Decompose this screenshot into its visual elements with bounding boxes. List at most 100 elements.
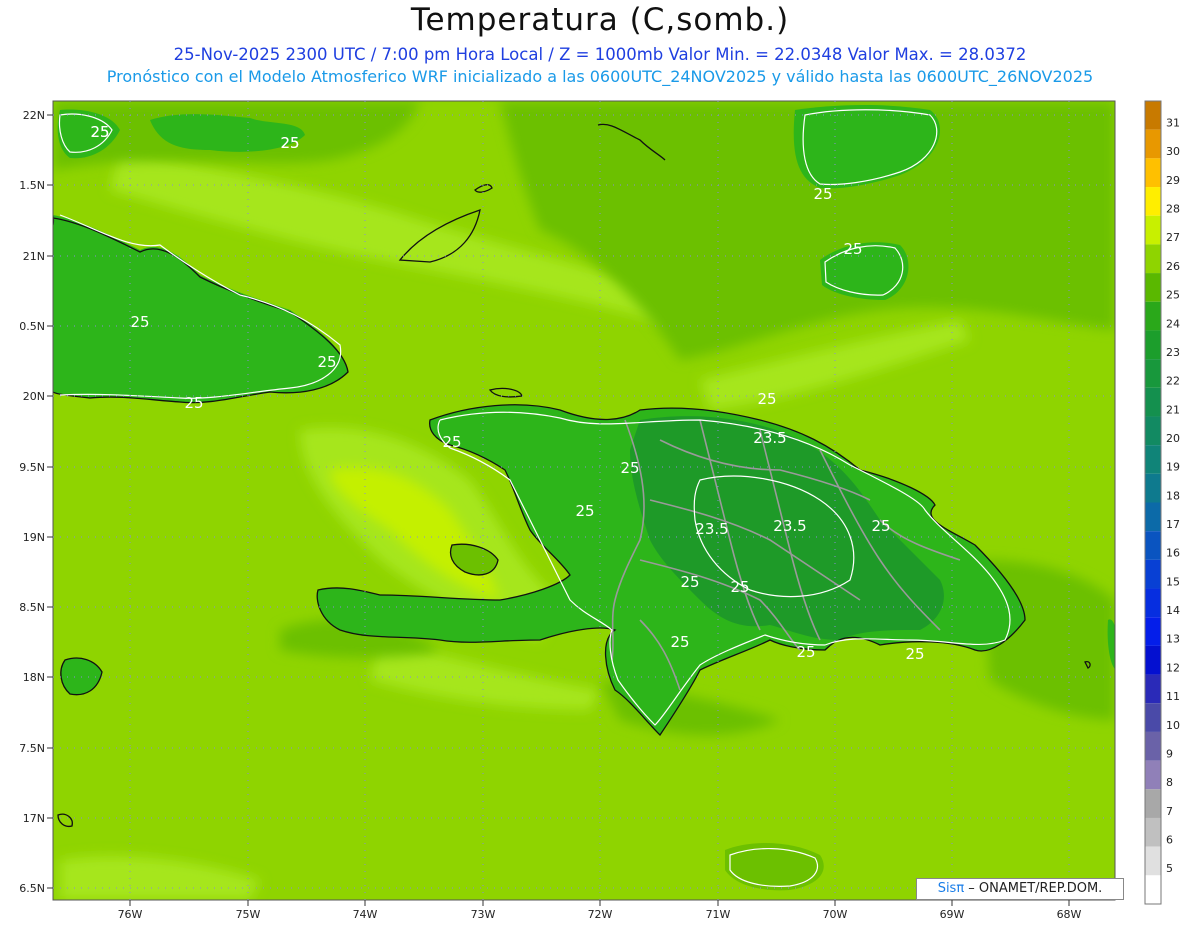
colorbar-swatch xyxy=(1145,617,1161,646)
lon-tick-label: 74W xyxy=(353,908,378,921)
colorbar-swatch xyxy=(1145,502,1161,532)
map-subtitle-model: Pronóstico con el Modelo Atmosferico WRF… xyxy=(106,67,1094,86)
sispi-logo-text: Sisπ xyxy=(937,881,965,896)
lat-tick-label: 22N xyxy=(23,109,45,122)
lat-tick-label: 6.5N xyxy=(19,882,45,895)
colorbar-swatch xyxy=(1145,674,1161,704)
colorbar-label: 19 xyxy=(1166,461,1180,474)
lon-tick-label: 76W xyxy=(118,908,143,921)
colorbar-swatch xyxy=(1145,187,1161,216)
colorbar-label: 15 xyxy=(1166,575,1180,588)
colorbar-label: 6 xyxy=(1166,833,1173,846)
lat-tick-label: 0.5N xyxy=(19,320,45,333)
credit-box: Sisπ – ONAMET/REP.DOM. xyxy=(916,878,1124,900)
colorbar-label: 24 xyxy=(1166,317,1180,330)
lat-tick-label: 19N xyxy=(23,531,45,544)
contour-label: 25 xyxy=(575,502,594,520)
contour-label: 25 xyxy=(680,573,699,591)
contour-label: 23.5 xyxy=(695,520,728,538)
colorbar-label: 10 xyxy=(1166,719,1180,732)
colorbar-swatch xyxy=(1145,731,1161,761)
map-title: Temperatura (C,somb.) xyxy=(410,2,790,38)
colorbar-swatch xyxy=(1145,645,1161,675)
lon-tick-label: 72W xyxy=(588,908,613,921)
colorbar-swatch xyxy=(1145,760,1161,790)
contour-label: 25 xyxy=(130,313,149,331)
colorbar-label: 20 xyxy=(1166,432,1180,445)
contour-label: 25 xyxy=(843,240,862,258)
colorbar-swatch xyxy=(1145,215,1161,245)
lat-tick-label: 18N xyxy=(23,671,45,684)
colorbar-swatch xyxy=(1145,273,1161,302)
lat-tick-label: 9.5N xyxy=(19,461,45,474)
lon-tick-label: 75W xyxy=(236,908,261,921)
lon-tick-label: 73W xyxy=(471,908,496,921)
lat-tick-label: 8.5N xyxy=(19,601,45,614)
colorbar-swatch xyxy=(1145,387,1161,417)
colorbar-swatch xyxy=(1145,846,1161,876)
colorbar-label: 26 xyxy=(1166,260,1180,273)
contour-label: 23.5 xyxy=(753,429,786,447)
lon-tick-label: 71W xyxy=(706,908,731,921)
contour-label: 25 xyxy=(796,643,815,661)
map-subtitle-time: 25-Nov-2025 2300 UTC / 7:00 pm Hora Loca… xyxy=(173,45,1027,64)
lon-tick-label: 70W xyxy=(823,908,848,921)
colorbar-label: 14 xyxy=(1166,604,1180,617)
colorbar-swatch xyxy=(1145,875,1161,904)
colorbar-label: 21 xyxy=(1166,403,1180,416)
colorbar-label: 13 xyxy=(1166,633,1180,646)
colorbar-swatch xyxy=(1145,531,1161,560)
colorbar-swatch xyxy=(1145,588,1161,618)
colorbar-label: 9 xyxy=(1166,747,1173,760)
colorbar-label: 16 xyxy=(1166,547,1180,560)
colorbar-label: 17 xyxy=(1166,518,1180,531)
contour-label: 25 xyxy=(813,185,832,203)
colorbar-label: 30 xyxy=(1166,145,1180,158)
lat-tick-label: 1.5N xyxy=(19,179,45,192)
contour-label: 25 xyxy=(670,633,689,651)
colorbar-swatch xyxy=(1145,473,1161,503)
lat-tick-label: 17N xyxy=(23,812,45,825)
colorbar-swatch xyxy=(1145,703,1161,732)
colorbar-swatch xyxy=(1145,129,1161,159)
contour-label: 23.5 xyxy=(773,517,806,535)
colorbar-label: 18 xyxy=(1166,489,1180,502)
colorbar-label: 23 xyxy=(1166,346,1180,359)
lat-tick-label: 21N xyxy=(23,250,45,263)
colorbar-swatch xyxy=(1145,789,1161,818)
colorbar-swatch xyxy=(1145,817,1161,847)
colorbar-label: 28 xyxy=(1166,203,1180,216)
longitude-axis: 76W 75W 74W 73W 72W 71W 70W 69W 68W xyxy=(118,900,1082,921)
colorbar-swatch xyxy=(1145,301,1161,331)
contour-label: 25 xyxy=(280,134,299,152)
colorbar-label: 5 xyxy=(1166,862,1173,875)
colorbar-label: 22 xyxy=(1166,375,1180,388)
colorbar-swatch xyxy=(1145,101,1161,130)
colorbar-label: 7 xyxy=(1166,805,1173,818)
colorbar-swatch xyxy=(1145,330,1161,360)
contour-label: 25 xyxy=(442,433,461,451)
latitude-axis: 22N 1.5N 21N 0.5N 20N 9.5N 19N 8.5N 18N 7.5N 17N 6.… xyxy=(19,109,53,895)
contour-label: 25 xyxy=(90,123,109,141)
contour-label: 25 xyxy=(730,578,749,596)
contour-label: 25 xyxy=(757,390,776,408)
contour-label: 25 xyxy=(184,394,203,412)
lat-tick-label: 7.5N xyxy=(19,742,45,755)
colorbar-swatch xyxy=(1145,559,1161,589)
colorbar-swatch xyxy=(1145,244,1161,274)
contour-label: 25 xyxy=(871,517,890,535)
colorbar-label: 8 xyxy=(1166,776,1173,789)
colorbar-swatch xyxy=(1145,416,1161,446)
temperature-field xyxy=(53,101,1115,900)
credit-text: – ONAMET/REP.DOM. xyxy=(964,881,1103,896)
contour-label: 25 xyxy=(620,459,639,477)
contour-label: 25 xyxy=(905,645,924,663)
colorbar: 31 30 29 28 27 26 25 24 23 22 21 20 19 18 17 16 15 14 13 12… xyxy=(1144,100,1180,905)
lat-tick-label: 20N xyxy=(23,390,45,403)
lon-tick-label: 68W xyxy=(1057,908,1082,921)
colorbar-label: 12 xyxy=(1166,661,1180,674)
colorbar-swatch xyxy=(1145,158,1161,188)
colorbar-label: 25 xyxy=(1166,289,1180,302)
lon-tick-label: 69W xyxy=(940,908,965,921)
colorbar-label: 11 xyxy=(1166,690,1180,703)
